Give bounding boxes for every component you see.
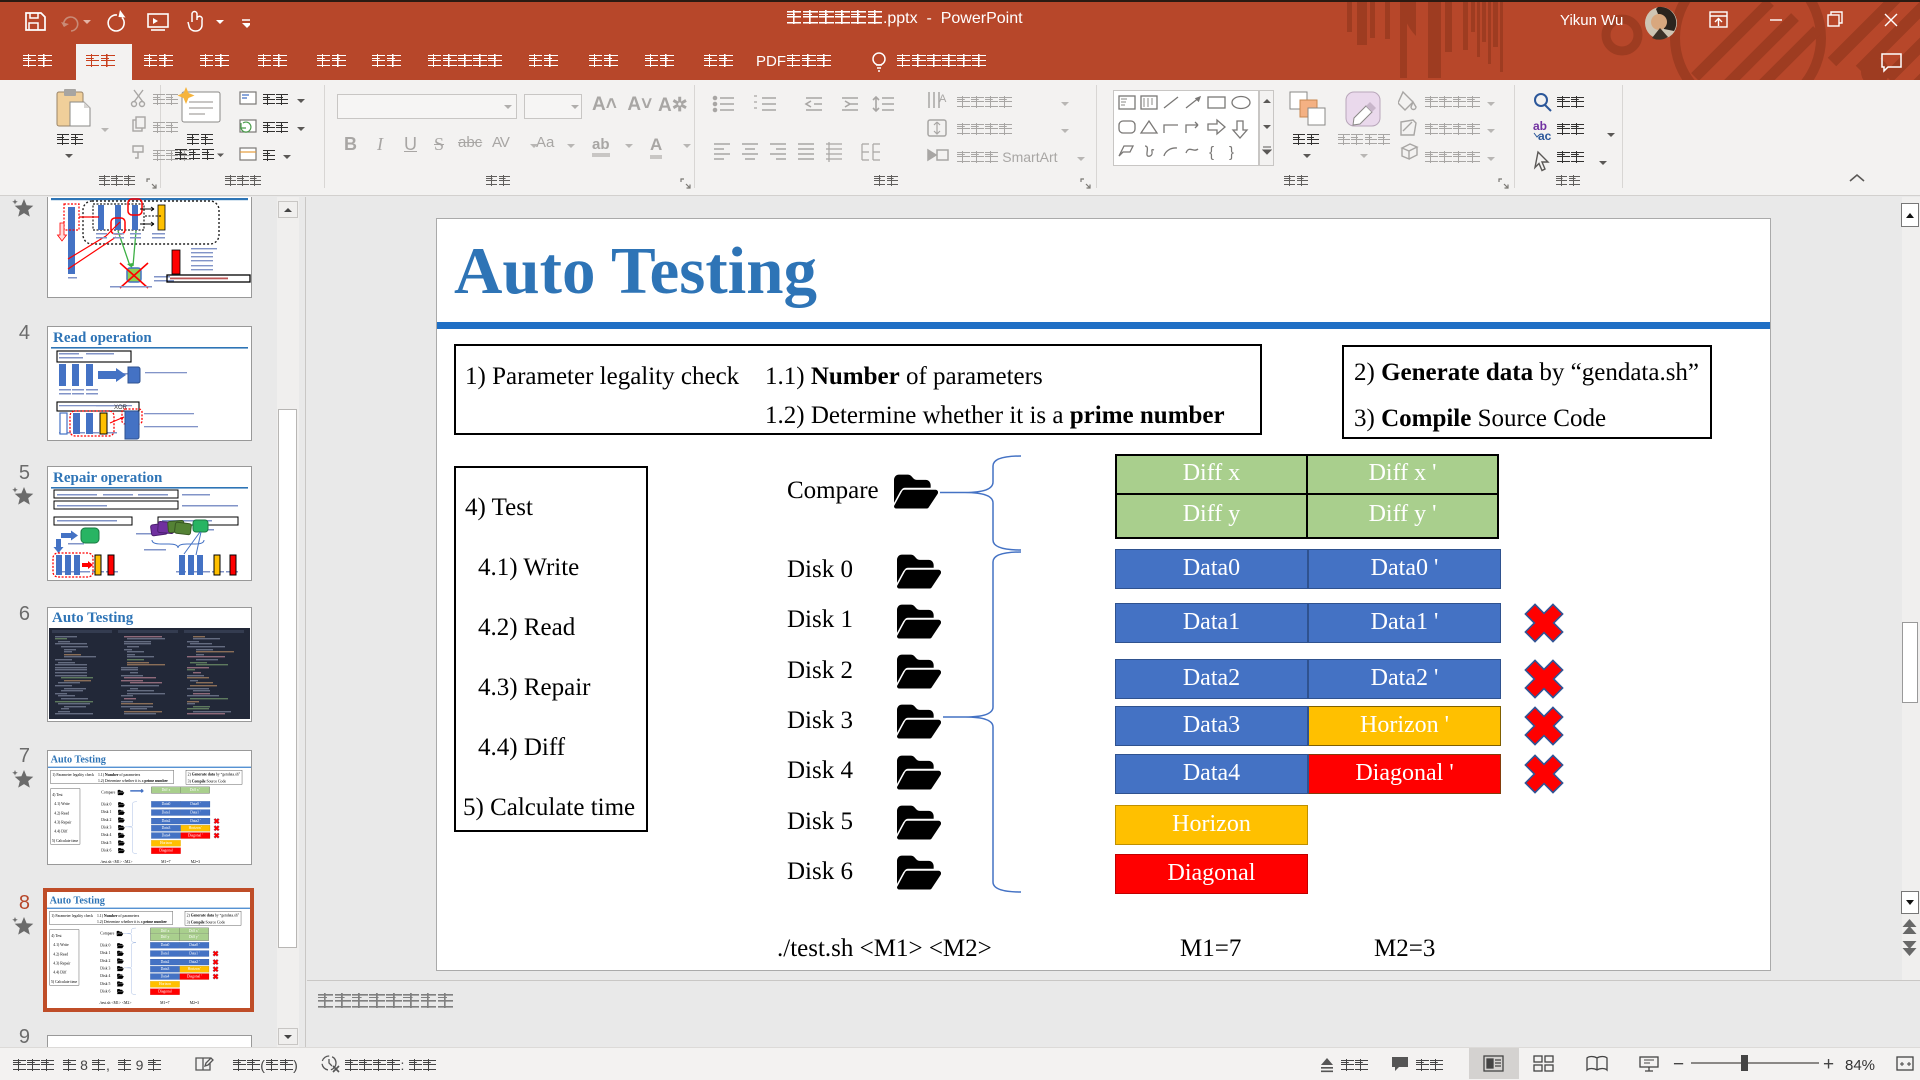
svg-text:XOR: XOR bbox=[114, 405, 128, 411]
svg-text:A: A bbox=[939, 93, 947, 105]
svg-text:Read operation: Read operation bbox=[53, 330, 152, 346]
svg-text:}: } bbox=[1229, 144, 1234, 161]
svg-text:{: { bbox=[1209, 144, 1214, 161]
svg-text:Repair operation: Repair operation bbox=[53, 470, 163, 486]
svg-text:ac: ac bbox=[1538, 129, 1552, 143]
